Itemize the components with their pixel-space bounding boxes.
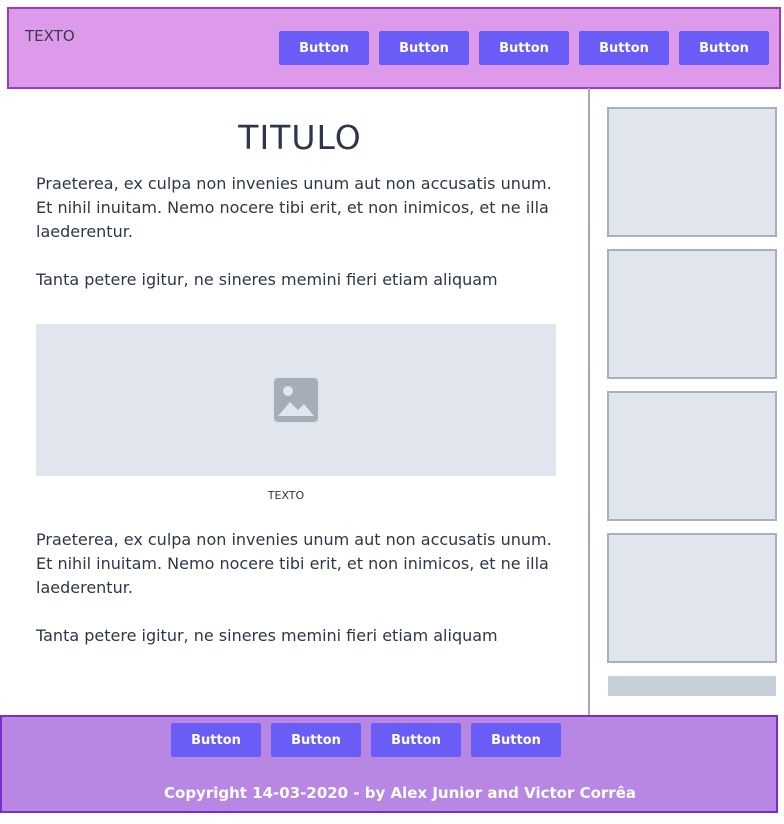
sidebar-card-2 [607, 249, 777, 379]
paragraph-2: Tanta petere igitur, ne sineres memini f… [36, 270, 498, 289]
image-placeholder [36, 324, 556, 476]
footer-button-1[interactable]: Button [171, 723, 261, 757]
paragraph-1: Praeterea, ex culpa non invenies unum au… [36, 174, 552, 241]
footer-button-2[interactable]: Button [271, 723, 361, 757]
site-header: TEXTO Button Button Button Button Button [7, 7, 781, 89]
footer-button-3[interactable]: Button [371, 723, 461, 757]
page-title: TITULO [238, 118, 362, 157]
sidebar-card-1 [607, 107, 777, 237]
footer-button-4[interactable]: Button [471, 723, 561, 757]
sidebar-card-4 [607, 533, 777, 663]
paragraph-4: Tanta petere igitur, ne sineres memini f… [36, 626, 498, 645]
header-button-3[interactable]: Button [479, 31, 569, 65]
site-footer: Button Button Button Button Copyright 14… [0, 715, 778, 813]
image-caption: TEXTO [267, 489, 305, 502]
header-button-1[interactable]: Button [279, 31, 369, 65]
sidebar-card-3 [607, 391, 777, 521]
header-button-2[interactable]: Button [379, 31, 469, 65]
header-button-4[interactable]: Button [579, 31, 669, 65]
brand-text: TEXTO [25, 27, 75, 45]
content-divider [588, 88, 590, 716]
sidebar-bar [608, 676, 776, 696]
main-content: TITULO Praeterea, ex culpa non invenies … [0, 96, 588, 714]
paragraph-3: Praeterea, ex culpa non invenies unum au… [36, 530, 552, 597]
copyright-text: Copyright 14-03-2020 - by Alex Junior an… [164, 784, 636, 802]
header-button-5[interactable]: Button [679, 31, 769, 65]
image-placeholder-icon [274, 378, 318, 422]
